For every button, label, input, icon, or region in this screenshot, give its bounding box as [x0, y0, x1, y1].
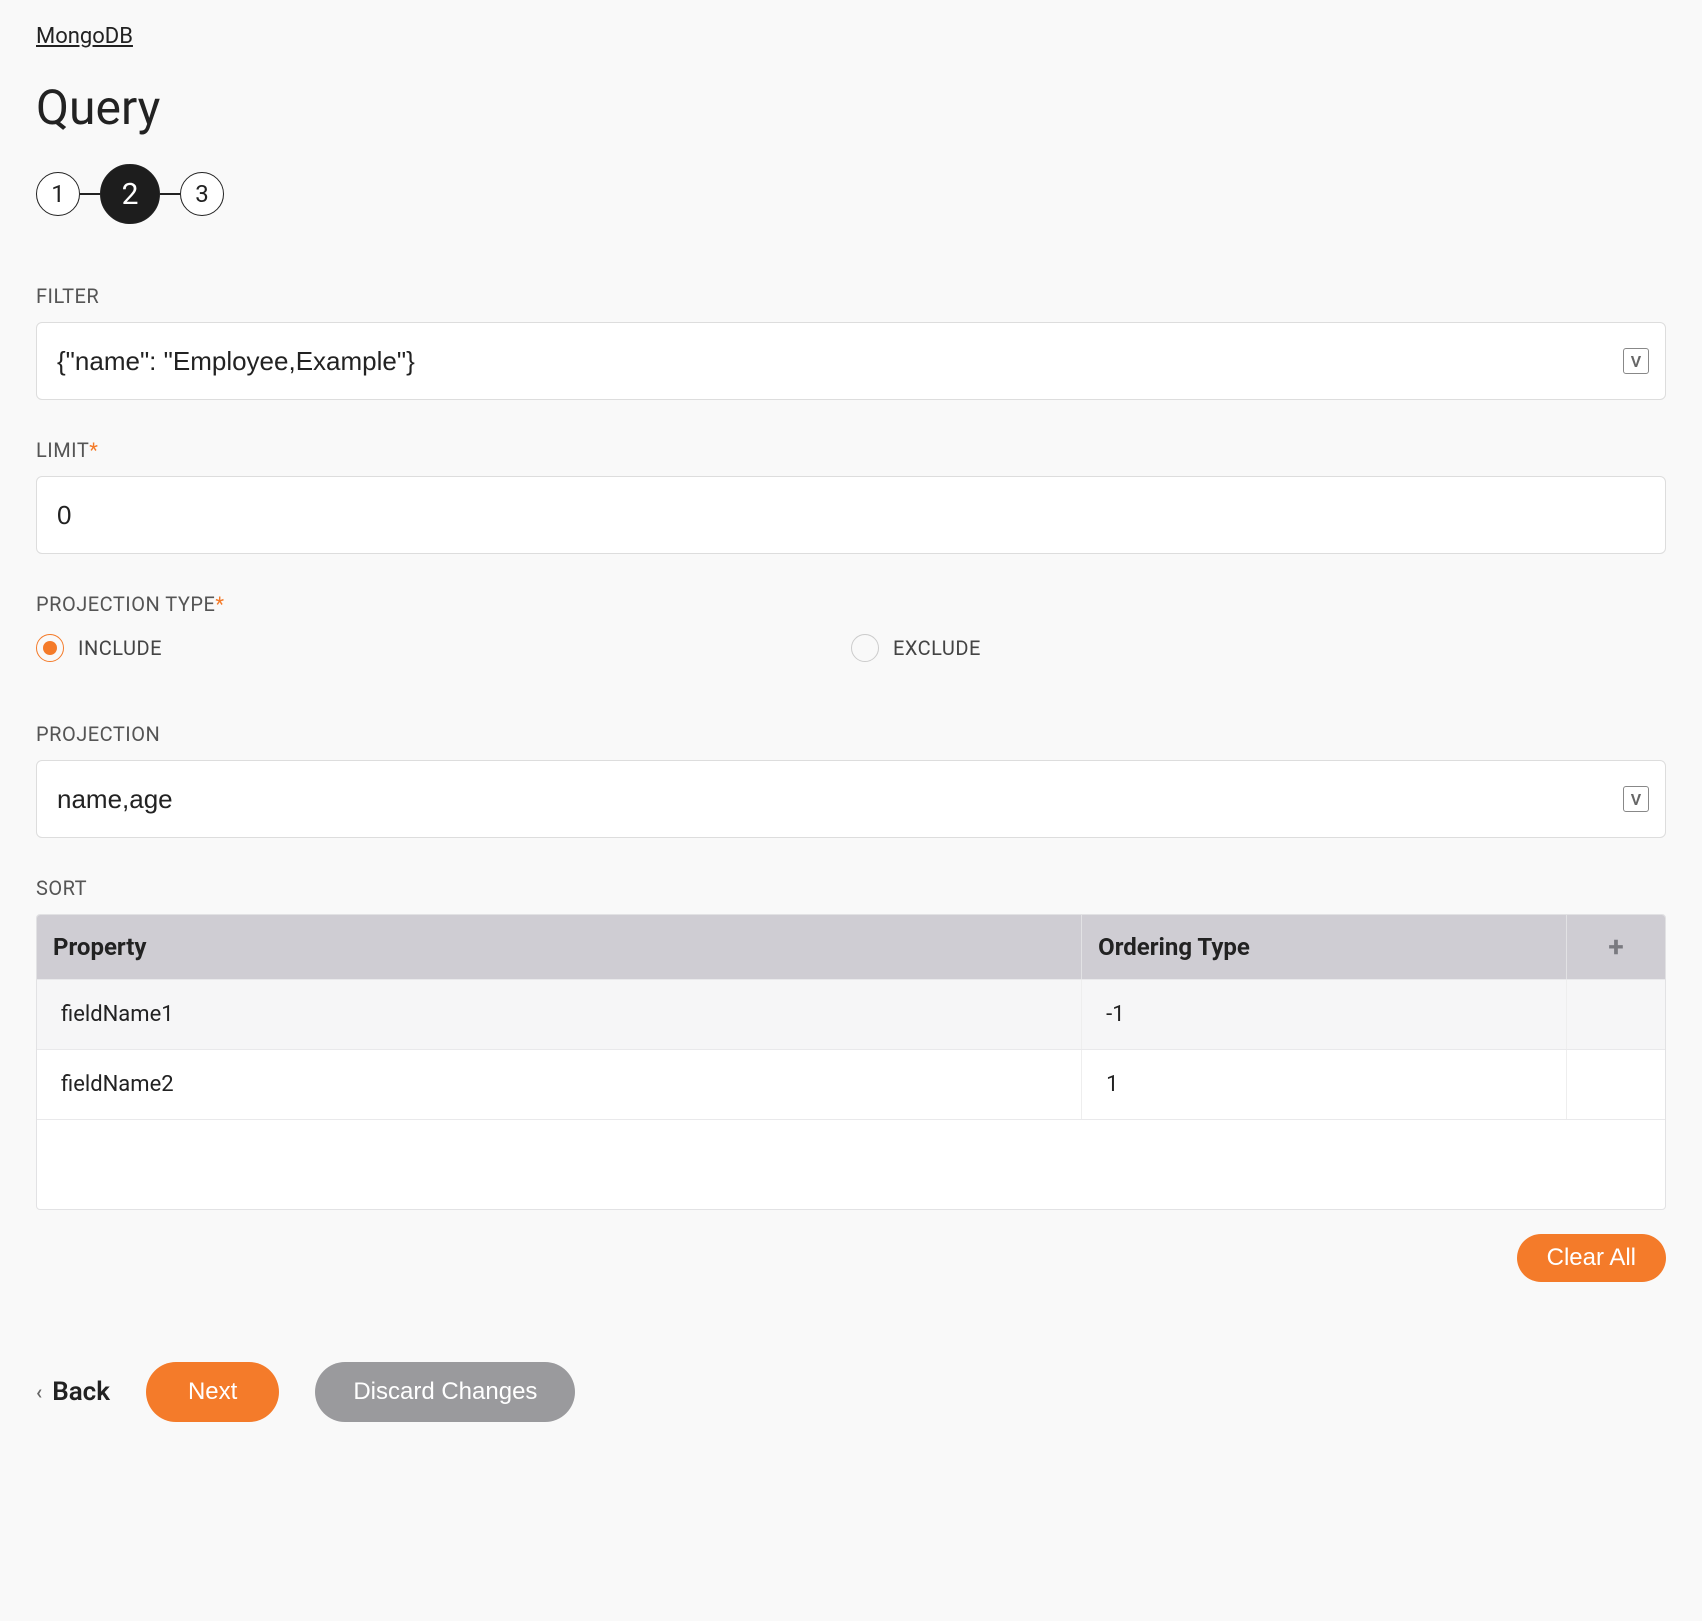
projection-type-label-text: PROJECTION TYPE [36, 592, 215, 616]
sort-th-property: Property [37, 915, 1082, 979]
back-label: Back [52, 1377, 110, 1407]
plus-icon: + [1608, 933, 1623, 961]
limit-label-text: LIMIT [36, 438, 89, 462]
filter-input[interactable] [57, 346, 1645, 377]
sort-table: Property Ordering Type + fieldName1 -1 f… [36, 914, 1666, 1210]
filter-label: FILTER [36, 284, 1666, 308]
sort-table-header: Property Ordering Type + [37, 915, 1665, 979]
limit-label: LIMIT* [36, 438, 1666, 462]
discard-changes-button[interactable]: Discard Changes [315, 1362, 575, 1422]
filter-input-wrap: V [36, 322, 1666, 400]
radio-include-label: INCLUDE [78, 636, 162, 660]
radio-circle-icon [851, 634, 879, 662]
radio-exclude[interactable]: EXCLUDE [851, 634, 1666, 662]
radio-exclude-label: EXCLUDE [893, 636, 981, 660]
radio-circle-icon [36, 634, 64, 662]
projection-type-label: PROJECTION TYPE* [36, 592, 1666, 616]
page-title: Query [36, 79, 1666, 136]
projection-label: PROJECTION [36, 722, 1666, 746]
sort-row-action [1567, 980, 1665, 1049]
wizard-stepper: 1 2 3 [36, 164, 1666, 224]
back-button[interactable]: ‹ Back [36, 1377, 110, 1407]
projection-input[interactable] [57, 784, 1645, 815]
limit-input[interactable] [57, 500, 1645, 531]
step-connector [160, 193, 180, 195]
sort-row-property: fieldName1 [37, 980, 1082, 1049]
sort-row-action [1567, 1050, 1665, 1119]
required-indicator: * [215, 592, 224, 616]
step-2[interactable]: 2 [100, 164, 160, 224]
radio-dot-icon [43, 641, 57, 655]
sort-row[interactable]: fieldName1 -1 [37, 979, 1665, 1049]
sort-label: SORT [36, 876, 1666, 900]
clear-all-button[interactable]: Clear All [1517, 1234, 1666, 1282]
sort-table-empty-area [37, 1119, 1665, 1209]
variable-icon[interactable]: V [1623, 786, 1649, 812]
projection-type-radio-group: INCLUDE EXCLUDE [36, 634, 1666, 662]
required-indicator: * [89, 438, 98, 462]
sort-row[interactable]: fieldName2 1 [37, 1049, 1665, 1119]
step-1[interactable]: 1 [36, 172, 80, 216]
sort-th-ordering: Ordering Type [1082, 915, 1567, 979]
limit-input-wrap [36, 476, 1666, 554]
step-connector [80, 193, 100, 195]
chevron-left-icon: ‹ [36, 1380, 42, 1404]
radio-include[interactable]: INCLUDE [36, 634, 851, 662]
next-button[interactable]: Next [146, 1362, 279, 1422]
projection-input-wrap: V [36, 760, 1666, 838]
sort-row-property: fieldName2 [37, 1050, 1082, 1119]
sort-row-ordering: -1 [1082, 980, 1567, 1049]
step-3[interactable]: 3 [180, 172, 224, 216]
add-sort-row-button[interactable]: + [1567, 915, 1665, 979]
breadcrumb-link[interactable]: MongoDB [36, 24, 133, 49]
sort-row-ordering: 1 [1082, 1050, 1567, 1119]
variable-icon[interactable]: V [1623, 348, 1649, 374]
